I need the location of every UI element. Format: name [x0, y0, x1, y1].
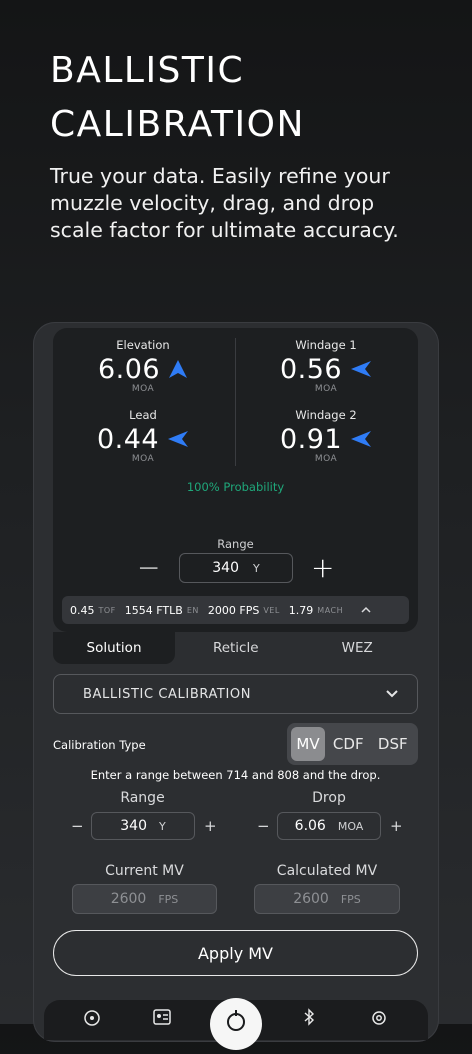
tof-value: 0.45: [70, 603, 95, 617]
windage2-label: Windage 2: [295, 408, 357, 422]
current-mv-field: 2600 FPS: [72, 884, 217, 914]
calib-range-value: 340: [120, 818, 147, 834]
type-dsf-option[interactable]: DSF: [372, 727, 415, 761]
energy-value: 1554 FTLB: [124, 603, 183, 617]
instruction-text: Enter a range between 714 and 808 and th…: [90, 768, 381, 782]
gear-icon[interactable]: [369, 1008, 389, 1026]
windage2-value: 0.91: [279, 423, 343, 455]
range-decrement-button[interactable]: −: [137, 554, 160, 582]
drop-increment-button[interactable]: +: [390, 817, 403, 835]
arrow-left-icon: [351, 431, 372, 447]
dropdown-value: BALLISTIC CALIBRATION: [83, 686, 252, 702]
crosshair-icon[interactable]: [82, 1008, 102, 1026]
calculated-mv-value: 2600: [293, 891, 329, 907]
hero-title-line2: CALIBRATION: [50, 104, 305, 145]
calculated-mv-unit: FPS: [340, 892, 361, 906]
mach-label: MACH: [317, 605, 344, 615]
stats-bar[interactable]: 0.45 TOF 1554 FTLB EN 2000 FPS VEL 1.79 …: [62, 596, 409, 624]
tab-bar: Solution Reticle WEZ: [53, 632, 418, 664]
calculated-mv-label: Calculated MV: [276, 863, 378, 879]
windage1-value: 0.56: [279, 353, 343, 385]
range-input[interactable]: 340 Y: [179, 553, 293, 583]
bluetooth-icon[interactable]: [299, 1008, 319, 1026]
hero-title: BALLISTIC CALIBRATION: [50, 44, 430, 152]
velocity-label: VEL: [263, 605, 280, 615]
windage2-metric: Windage 2 0.91 MOA: [251, 408, 401, 464]
lead-metric: Lead 0.44 MOA: [68, 408, 218, 464]
current-mv-value: 2600: [110, 891, 147, 907]
target-icon: [227, 1010, 245, 1031]
chevron-down-icon: [386, 690, 398, 698]
elevation-value: 6.06: [97, 353, 161, 385]
drop-label: Drop: [312, 790, 346, 806]
range-value: 340: [212, 560, 239, 576]
probability-text: 100% Probability: [186, 480, 285, 494]
lead-unit: MOA: [131, 454, 155, 464]
hero-subtitle: True your data. Easily refine your muzzl…: [50, 164, 399, 242]
calib-range-label: Range: [120, 790, 165, 806]
calib-range-input[interactable]: 340 Y: [91, 812, 195, 840]
current-mv-label: Current MV: [105, 863, 184, 879]
tab-solution[interactable]: Solution: [53, 632, 175, 664]
arrow-up-icon: [169, 360, 188, 378]
range-label: Range: [217, 537, 254, 551]
tab-reticle[interactable]: Reticle: [175, 632, 297, 664]
solution-card: Elevation 6.06 MOA Windage 1 0.56 MOA Le…: [53, 328, 418, 632]
apply-mv-button[interactable]: Apply MV: [53, 930, 418, 976]
elevation-metric: Elevation 6.06 MOA: [68, 338, 218, 394]
tof-label: TOF: [98, 605, 116, 615]
elevation-unit: MOA: [131, 384, 155, 394]
drop-decrement-button[interactable]: −: [257, 817, 270, 835]
current-mv-unit: FPS: [158, 892, 179, 906]
drop-input[interactable]: 6.06 MOA: [277, 812, 381, 840]
lead-value: 0.44: [96, 423, 160, 455]
type-mv-option[interactable]: MV: [291, 727, 325, 761]
range-increment-button[interactable]: +: [311, 554, 334, 582]
calculated-mv-field: 2600 FPS: [254, 884, 400, 914]
tab-wez[interactable]: WEZ: [297, 632, 419, 664]
drop-value: 6.06: [294, 818, 326, 834]
calib-range-increment-button[interactable]: +: [204, 817, 217, 835]
hero-title-line1: BALLISTIC: [50, 50, 245, 91]
lead-label: Lead: [129, 408, 157, 422]
range-unit: Y: [253, 561, 260, 575]
elevation-label: Elevation: [116, 338, 170, 352]
calibration-dropdown[interactable]: BALLISTIC CALIBRATION: [53, 674, 418, 714]
windage1-label: Windage 1: [295, 338, 357, 352]
metrics-divider: [235, 338, 236, 466]
calib-range-decrement-button[interactable]: −: [71, 817, 84, 835]
type-cdf-option[interactable]: CDF: [327, 727, 370, 761]
drop-unit: MOA: [337, 819, 364, 833]
arrow-left-icon: [168, 431, 189, 447]
windage1-metric: Windage 1 0.56 MOA: [251, 338, 401, 394]
energy-label: EN: [186, 605, 199, 615]
calibration-type-label: Calibration Type: [53, 738, 146, 752]
arrow-left-icon: [351, 361, 372, 377]
nav-center-button[interactable]: [210, 998, 262, 1050]
calibration-type-selector: MV CDF DSF: [287, 723, 418, 765]
calib-range-unit: Y: [159, 819, 166, 833]
windage1-unit: MOA: [314, 384, 338, 394]
mach-value: 1.79: [288, 603, 314, 617]
velocity-value: 2000 FPS: [207, 603, 260, 617]
windage2-unit: MOA: [314, 454, 338, 464]
profile-card-icon[interactable]: [152, 1008, 172, 1026]
chevron-up-icon[interactable]: [360, 606, 372, 614]
